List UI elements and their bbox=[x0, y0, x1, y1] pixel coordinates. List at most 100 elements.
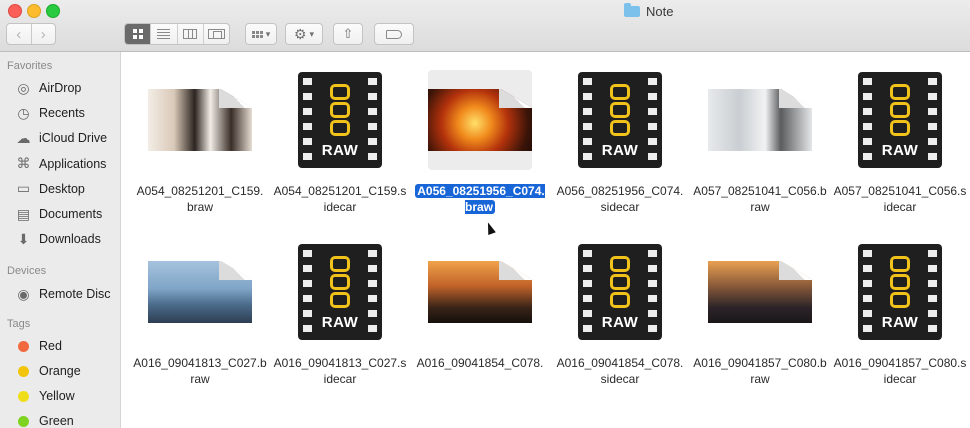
tag-button[interactable] bbox=[374, 23, 414, 45]
zoom-button[interactable] bbox=[46, 4, 60, 18]
file-thumbnail: RAW bbox=[848, 70, 952, 170]
close-button[interactable] bbox=[8, 4, 22, 18]
list-icon bbox=[157, 29, 171, 39]
sidebar: Favorites ◎ AirDrop ◷ Recents ☁ iCloud Drive ⌘ A… bbox=[0, 52, 121, 428]
raw-film-icon: RAW bbox=[298, 72, 382, 168]
columns-icon bbox=[183, 29, 198, 39]
sidebar-item-documents[interactable]: ▤ Documents bbox=[15, 204, 102, 224]
tag-color-dot bbox=[18, 340, 29, 352]
forward-button[interactable]: › bbox=[30, 24, 56, 44]
raw-badge: RAW bbox=[881, 142, 919, 159]
file-thumbnail: RAW bbox=[568, 70, 672, 170]
file-name: A016_09041813_C027.s idecar bbox=[270, 355, 410, 387]
arrange-button[interactable]: ▾ bbox=[245, 23, 277, 45]
file-item[interactable]: RAW A054_08251201_C159.s idecar bbox=[270, 58, 410, 238]
applications-icon: ⌘ bbox=[16, 155, 31, 172]
raw-film-icon: RAW bbox=[578, 244, 662, 340]
file-name: A057_08251041_C056.b raw bbox=[690, 183, 830, 215]
window-title: Note bbox=[624, 2, 673, 19]
photo-preview-image bbox=[708, 261, 812, 323]
sidebar-item-label: Red bbox=[39, 339, 62, 353]
raw-badge: RAW bbox=[321, 314, 359, 331]
airdrop-icon: ◎ bbox=[17, 79, 30, 96]
nav-buttons: ‹ › bbox=[6, 23, 56, 45]
sidebar-header-devices: Devices bbox=[7, 265, 47, 277]
file-name-text: A057_08251041_C056.s idecar bbox=[833, 184, 967, 214]
file-item[interactable]: A056_08251956_C074. braw bbox=[410, 58, 550, 238]
sidebar-item-downloads[interactable]: ⬇ Downloads bbox=[15, 229, 101, 249]
file-item[interactable]: A016_09041854_C078. bbox=[410, 230, 550, 410]
file-item[interactable]: A054_08251201_C159. braw bbox=[130, 58, 270, 238]
raw-badge: RAW bbox=[881, 314, 919, 331]
file-name: A016_09041857_C080.b raw bbox=[690, 355, 830, 387]
sidebar-tag-red[interactable]: Red bbox=[15, 336, 62, 356]
arrange-grid-icon bbox=[251, 30, 263, 38]
raw-badge: RAW bbox=[601, 314, 639, 331]
chevron-left-icon: ‹ bbox=[16, 25, 22, 43]
file-item[interactable]: RAW A057_08251041_C056.s idecar bbox=[830, 58, 970, 238]
sidebar-header-favorites: Favorites bbox=[7, 60, 53, 72]
file-name-text: A016_09041813_C027.s idecar bbox=[273, 356, 407, 386]
tag-color-dot bbox=[18, 390, 29, 402]
sidebar-item-applications[interactable]: ⌘ Applications bbox=[15, 154, 107, 174]
file-name-text: A016_09041857_C080.b raw bbox=[693, 356, 827, 386]
file-thumbnail: RAW bbox=[568, 242, 672, 342]
sidebar-item-label: Green bbox=[39, 414, 74, 428]
chevron-right-icon: › bbox=[40, 25, 46, 43]
cloud-icon: ☁ bbox=[16, 129, 31, 146]
list-view-button[interactable] bbox=[150, 24, 176, 44]
tag-icon bbox=[386, 29, 402, 39]
file-item[interactable]: RAW A016_09041857_C080.s idecar bbox=[830, 230, 970, 410]
file-name-text: A054_08251201_C159. braw bbox=[136, 184, 264, 214]
photo-preview-image bbox=[428, 261, 532, 323]
chevron-down-icon: ▾ bbox=[265, 28, 271, 39]
photo-preview-image bbox=[428, 89, 532, 151]
file-name: A054_08251201_C159.s idecar bbox=[270, 183, 410, 215]
file-item[interactable]: RAW A056_08251956_C074. sidecar bbox=[550, 58, 690, 238]
file-item[interactable]: RAW A016_09041854_C078. sidecar bbox=[550, 230, 690, 410]
sidebar-item-label: Recents bbox=[39, 106, 85, 121]
file-item[interactable]: A057_08251041_C056.b raw bbox=[690, 58, 830, 238]
raw-badge: RAW bbox=[321, 142, 359, 159]
file-item[interactable]: A016_09041813_C027.b raw bbox=[130, 230, 270, 410]
sidebar-tag-yellow[interactable]: Yellow bbox=[15, 386, 75, 406]
sidebar-item-label: Documents bbox=[39, 207, 103, 221]
sidebar-item-remote-disc[interactable]: ◉ Remote Disc bbox=[15, 284, 111, 304]
file-item[interactable]: A016_09041857_C080.b raw bbox=[690, 230, 830, 410]
file-name-text: A016_09041813_C027.b raw bbox=[133, 356, 267, 386]
raw-film-icon: RAW bbox=[858, 72, 942, 168]
chevron-down-icon: ▾ bbox=[309, 28, 315, 39]
file-name-text: A057_08251041_C056.b raw bbox=[693, 184, 827, 214]
back-button[interactable]: ‹ bbox=[7, 24, 31, 44]
sidebar-item-label: iCloud Drive bbox=[39, 131, 108, 146]
sidebar-item-label: Remote Disc bbox=[39, 287, 111, 301]
file-thumbnail: RAW bbox=[288, 242, 392, 342]
file-name: A016_09041854_C078. bbox=[410, 355, 550, 371]
icon-view-button[interactable] bbox=[125, 24, 151, 44]
sidebar-item-airdrop[interactable]: ◎ AirDrop bbox=[15, 78, 81, 98]
file-thumbnail: RAW bbox=[848, 242, 952, 342]
file-name: A056_08251956_C074. braw bbox=[410, 183, 550, 215]
sidebar-item-icloud-drive[interactable]: ☁ iCloud Drive bbox=[15, 128, 108, 148]
minimize-button[interactable] bbox=[27, 4, 41, 18]
file-thumbnail bbox=[428, 70, 532, 170]
title-bar: Note ‹ › ▾ ⚙ ▾ ⇧ bbox=[0, 0, 970, 52]
cover-flow-button[interactable] bbox=[202, 24, 229, 44]
raw-badge: RAW bbox=[601, 142, 639, 159]
column-view-button[interactable] bbox=[176, 24, 203, 44]
file-item[interactable]: RAW A016_09041813_C027.s idecar bbox=[270, 230, 410, 410]
sidebar-item-label: Downloads bbox=[39, 232, 101, 247]
file-thumbnail: RAW bbox=[288, 70, 392, 170]
file-name-text: A056_08251956_C074. sidecar bbox=[556, 184, 684, 214]
downloads-icon: ⬇ bbox=[17, 230, 30, 247]
file-name: A016_09041854_C078. sidecar bbox=[550, 355, 690, 387]
action-button[interactable]: ⚙ ▾ bbox=[285, 23, 323, 45]
sidebar-tag-orange[interactable]: Orange bbox=[15, 361, 81, 381]
sidebar-tag-green[interactable]: Green bbox=[15, 411, 74, 428]
photo-preview-image bbox=[148, 89, 252, 151]
sidebar-item-desktop[interactable]: ▭ Desktop bbox=[15, 179, 85, 199]
gear-icon: ⚙ bbox=[293, 25, 307, 42]
file-thumbnail bbox=[708, 70, 812, 170]
share-button[interactable]: ⇧ bbox=[333, 23, 363, 45]
sidebar-item-recents[interactable]: ◷ Recents bbox=[15, 103, 85, 123]
